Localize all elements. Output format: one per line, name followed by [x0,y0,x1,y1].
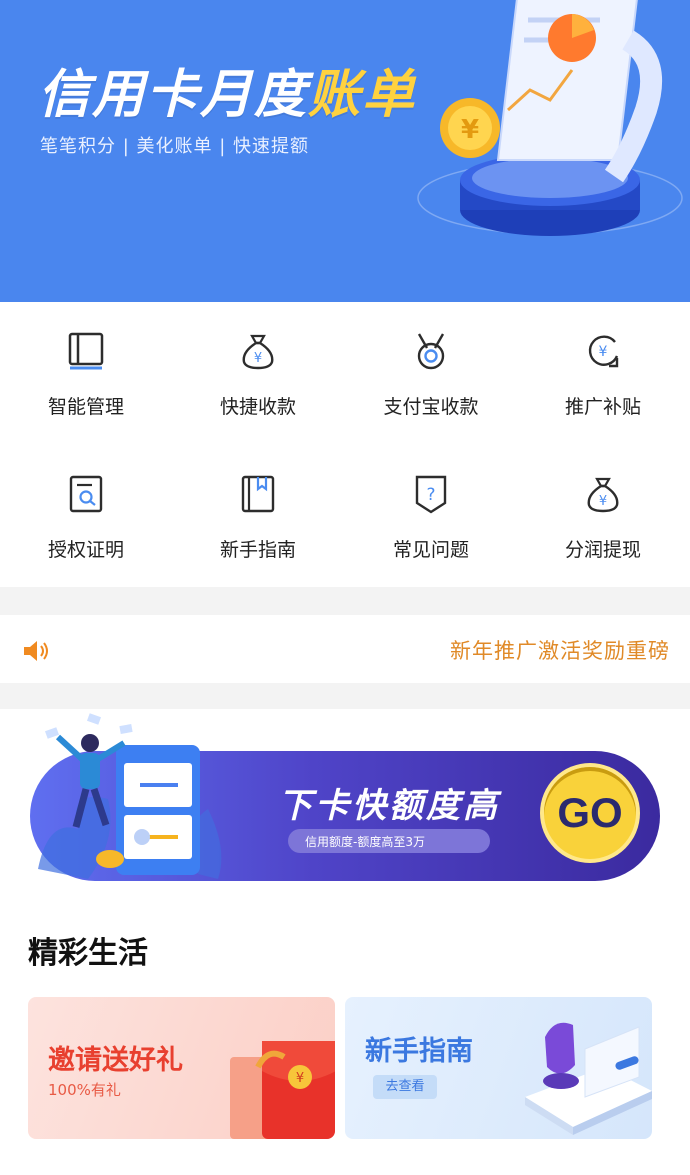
section-title: 精彩生活 [28,936,148,971]
notice-text: 新年推广激活奖励重磅 [450,639,670,663]
svg-text:?: ? [426,485,435,505]
view-button[interactable]: 去查看 [373,1075,437,1099]
menu-item-auth-proof[interactable]: 授权证明 [0,445,172,565]
invite-gift-card[interactable]: 邀请送好礼 100%有礼 ¥ [28,997,335,1139]
document-search-icon [69,475,103,513]
menu-item-quick-collect[interactable]: ¥ 快捷收款 [172,302,344,422]
svg-text:¥: ¥ [599,494,607,509]
promo-illustration [38,713,222,879]
promo-banner[interactable]: 下卡快额度高 信用额度-额度高至3万 GO [0,709,690,909]
svg-text:¥: ¥ [599,344,608,360]
banner-title-main: 信用卡月度 [38,65,309,125]
svg-text:¥: ¥ [461,115,479,145]
menu-item-profit-withdraw[interactable]: ¥ 分润提现 [517,445,689,565]
card-title: 新手指南 [365,1036,473,1067]
menu-label: 授权证明 [47,539,124,561]
money-bag-icon: ¥ [242,334,274,370]
menu-item-promo-subsidy[interactable]: ¥ 推广补贴 [517,302,689,422]
svg-text:¥: ¥ [296,1071,304,1086]
section-divider [0,587,690,615]
menu-label: 新手指南 [219,539,296,561]
go-button[interactable]: GO [544,767,636,859]
menu-item-alipay-collect[interactable]: 支付宝收款 [345,302,517,422]
card-title: 邀请送好礼 [48,1045,183,1076]
feature-grid: 智能管理 ¥ 快捷收款 支付宝收款 ¥ 推广补贴 授权证明 新手指南 ? 常见问… [0,302,690,587]
banner-title: 信用卡月度账单 [38,52,416,127]
hero-banner[interactable]: 信用卡月度账单 笔笔积分 | 美化账单 | 快速提额 ¥ [0,0,690,302]
refresh-yen-icon: ¥ [588,335,619,368]
menu-item-beginner-guide[interactable]: 新手指南 [172,445,344,565]
menu-label: 常见问题 [392,539,469,561]
menu-label: 支付宝收款 [383,396,479,418]
menu-item-smart-manage[interactable]: 智能管理 [0,302,172,422]
svg-text:¥: ¥ [254,351,262,366]
speaker-icon [24,641,48,661]
red-envelope-icon: ¥ [230,1041,335,1139]
menu-label: 快捷收款 [219,396,296,418]
bill-illustration: ¥ [417,0,683,236]
menu-item-faq[interactable]: ? 常见问题 [345,445,517,565]
promo-title: 下卡快额度高 [278,786,500,826]
question-shield-icon: ? [415,475,447,514]
section-divider [0,683,690,709]
beginner-guide-card[interactable]: 新手指南 去查看 [345,997,652,1139]
money-bag-icon: ¥ [587,477,619,513]
book-icon [68,332,104,370]
medal-icon [417,333,445,370]
notice-bar[interactable]: 新年推广激活奖励重磅 [0,615,690,683]
guide-illustration [525,1022,652,1135]
banner-subtitle: 笔笔积分 | 美化账单 | 快速提额 [40,136,310,157]
menu-label: 推广补贴 [564,396,641,418]
menu-label: 分润提现 [564,539,641,561]
card-subtitle: 100%有礼 [48,1081,121,1099]
promo-subtitle: 信用额度-额度高至3万 [305,835,425,849]
bookmark-book-icon [241,475,275,513]
menu-label: 智能管理 [47,396,124,418]
